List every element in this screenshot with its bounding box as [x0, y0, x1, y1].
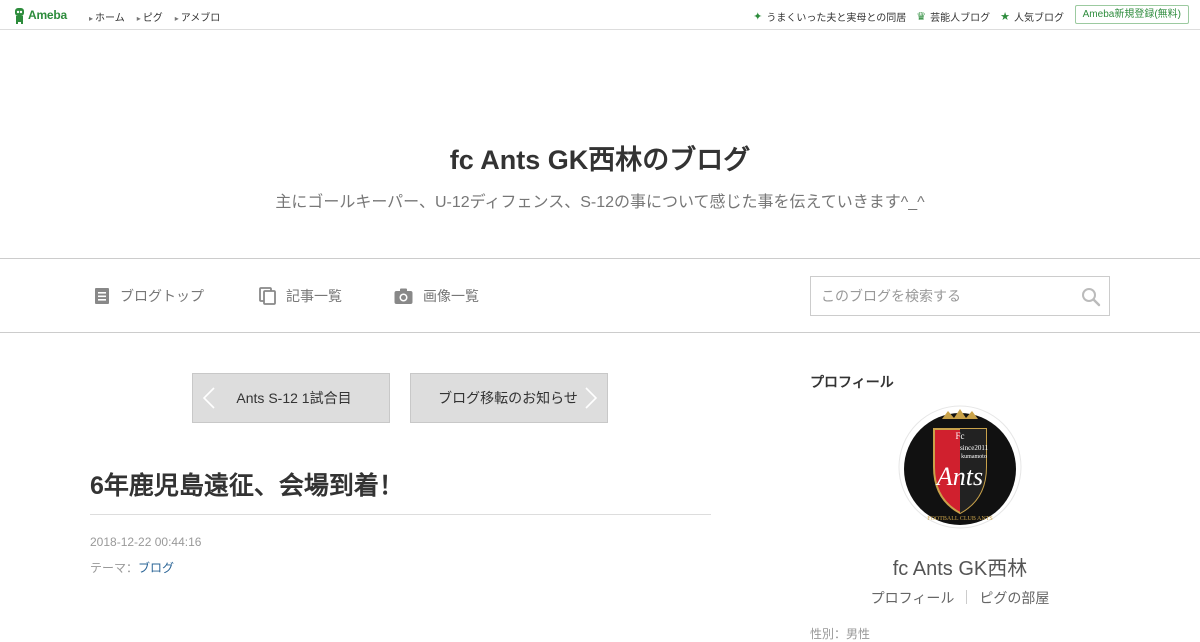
register-button[interactable]: Ameba新規登録(無料)	[1074, 5, 1189, 24]
crest-city-text: kumamoto	[961, 454, 987, 460]
sparkle-icon: ✦	[753, 11, 763, 23]
nav-pigg-link[interactable]: ピグ	[137, 9, 163, 24]
featured-link-blog[interactable]: ✦ うまくいった夫と実母との同居	[753, 9, 906, 24]
popular-blog-link[interactable]: ★ 人気ブログ	[1000, 9, 1064, 24]
search-input[interactable]	[811, 277, 1091, 315]
copy-icon	[259, 287, 276, 305]
ameba-logo[interactable]: Ameba	[13, 6, 67, 24]
global-header: Ameba ホーム ピグ アメブロ ✦ うまくいった夫と実母との同居 ♛ 芸能人…	[0, 0, 1200, 30]
crest-since-text: since2011	[960, 444, 989, 452]
ameba-mascot-icon	[15, 7, 24, 24]
entry-divider	[90, 514, 711, 515]
camera-icon	[394, 288, 413, 304]
chevron-right-icon	[585, 387, 597, 409]
profile-link[interactable]: プロフィール	[859, 588, 967, 608]
blog-title[interactable]: fc Ants GK西林のブログ	[0, 138, 1200, 177]
crest-ring-text: FOOTBALL CLUB ANTS	[927, 516, 992, 522]
avatar[interactable]: Fc since2011 kumamoto Ants FOOTBALL CLUB…	[898, 405, 1022, 529]
profile-heading: プロフィール	[810, 374, 894, 390]
profile-gender: 性別：男性	[810, 627, 871, 641]
celebrity-blog-link[interactable]: ♛ 芸能人ブログ	[916, 9, 990, 24]
entry-theme: テーマ：ブログ	[90, 559, 174, 576]
prev-article-button[interactable]: Ants S-12 1試合目	[192, 373, 390, 423]
global-nav: ホーム ピグ アメブロ	[89, 9, 232, 24]
article-list-link[interactable]: 記事一覧	[259, 286, 342, 306]
crown-icon: ♛	[916, 11, 927, 23]
entry-theme-link[interactable]: ブログ	[138, 561, 174, 575]
star-icon: ★	[1000, 11, 1010, 23]
blog-top-link[interactable]: ブログトップ	[94, 286, 204, 306]
crest-top-text: Fc	[956, 431, 965, 441]
logo-text: Ameba	[28, 8, 68, 22]
chevron-left-icon	[203, 387, 215, 409]
image-list-link[interactable]: 画像一覧	[394, 286, 479, 306]
article-list-label: 記事一覧	[286, 288, 342, 304]
nav-home-link[interactable]: ホーム	[89, 9, 125, 24]
image-list-label: 画像一覧	[423, 288, 479, 304]
next-article-button[interactable]: ブログ移転のお知らせ	[410, 373, 608, 423]
popular-blog-label: 人気ブログ	[1014, 13, 1064, 24]
profile-name[interactable]: fc Ants GK西林	[810, 552, 1110, 581]
crest-name-text: Ants	[935, 462, 983, 491]
featured-links: ✦ うまくいった夫と実母との同居 ♛ 芸能人ブログ ★ 人気ブログ	[743, 9, 1064, 24]
entry-date: 2018-12-22 00:44:16	[90, 535, 202, 549]
celebrity-blog-label: 芸能人ブログ	[930, 13, 991, 24]
blog-top-label: ブログトップ	[120, 288, 204, 304]
prev-article-label: Ants S-12 1試合目	[236, 390, 352, 406]
blog-search	[810, 276, 1110, 316]
pigg-room-link[interactable]: ピグの部屋	[967, 588, 1061, 608]
next-article-label: ブログ移転のお知らせ	[438, 390, 578, 406]
blog-nav: ブログトップ 記事一覧 画像一覧	[0, 259, 1200, 333]
blog-header: fc Ants GK西林のブログ 主にゴールキーパー、U-12ディフェンス、S-…	[0, 30, 1200, 259]
entry-title[interactable]: 6年鹿児島遠征、会場到着！	[90, 466, 404, 502]
document-icon	[95, 288, 109, 304]
featured-link-label: うまくいった夫と実母との同居	[766, 13, 907, 24]
nav-ameblo-link[interactable]: アメブロ	[175, 9, 221, 24]
search-icon[interactable]	[1081, 287, 1101, 307]
blog-description: 主にゴールキーパー、U-12ディフェンス、S-12の事について感じた事を伝えてい…	[275, 194, 925, 211]
profile-links: プロフィール ピグの部屋	[810, 588, 1110, 608]
entry-theme-prefix: テーマ：	[90, 561, 139, 575]
